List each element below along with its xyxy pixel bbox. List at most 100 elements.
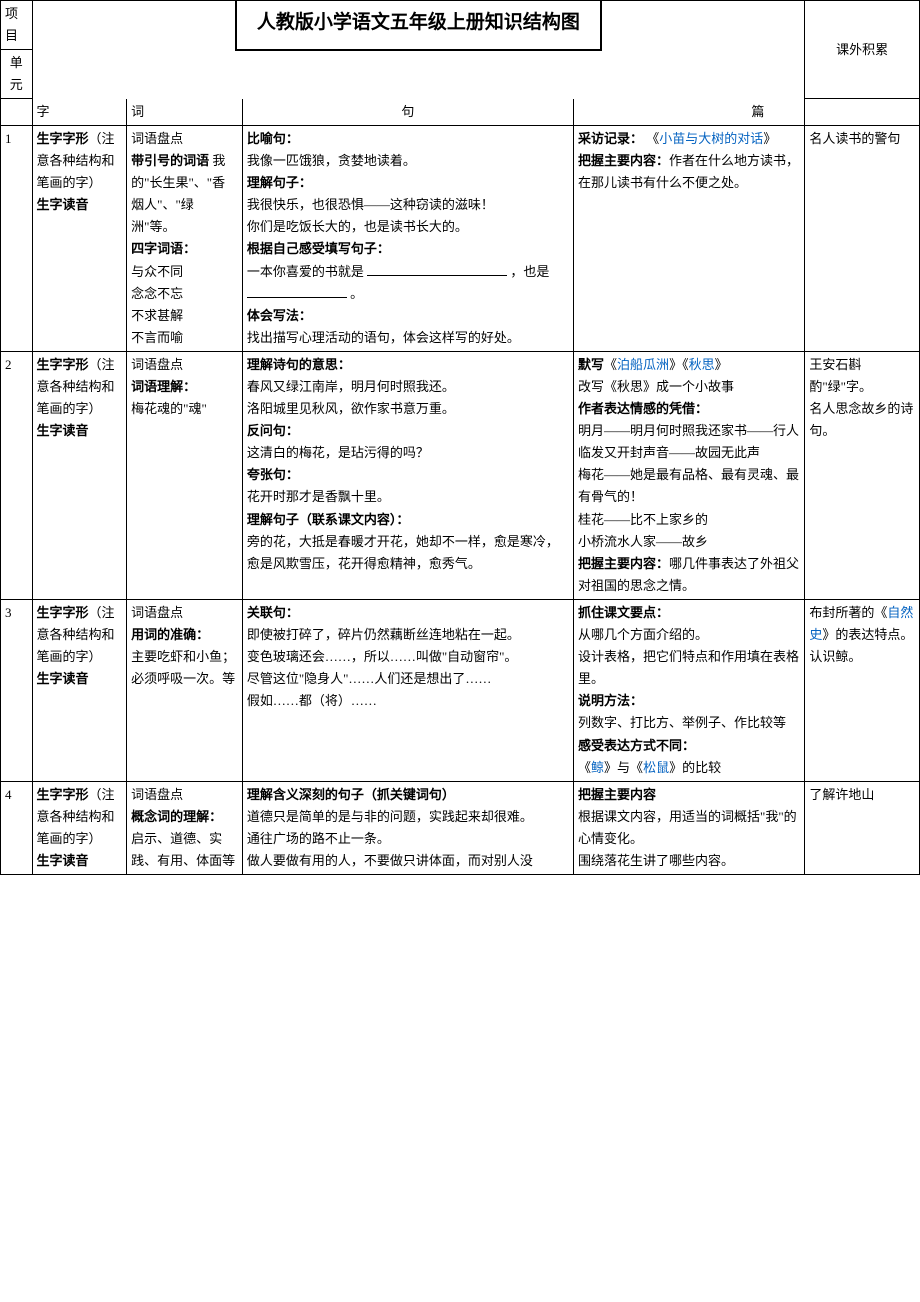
label: 生字字形 [37, 787, 89, 802]
unit-number: 2 [1, 351, 33, 599]
cell-ju: 关联句： 即使被打碎了，碎片仍然藕断丝连地粘在一起。 变色玻璃还会……，所以……… [242, 599, 573, 781]
header-row-1: 项目 人教版小学语文五年级上册知识结构图 课外积累 [1, 1, 920, 50]
label: 默写 [578, 357, 604, 372]
cell-ci: 词语盘点 带引号的词语 我的"长生果"、"香烟人"、"绿洲"等。 四字词语： 与… [127, 125, 243, 351]
label: 关联句： [247, 605, 299, 620]
cell-zi: 生字字形（注意各种结构和笔画的字） 生字读音 [32, 351, 127, 599]
label: 四字词语： [131, 241, 196, 256]
header-ju: 句 [242, 99, 573, 126]
text: 词语盘点 [131, 787, 183, 802]
text: 春风又绿江南岸，明月何时照我还。 [247, 379, 455, 394]
label: 生字读音 [37, 671, 89, 686]
header-extra: 课外积累 [805, 1, 920, 99]
label: 抓住课文要点： [578, 605, 669, 620]
cell-zi: 生字字形（注意各种结构和笔画的字） 生字读音 [32, 125, 127, 351]
label: 用词的准确： [131, 627, 209, 642]
text: 花开时那才是香飘十里。 [247, 489, 390, 504]
cell-extra: 布封所著的《自然史》的表达特点。 认识鲸。 [805, 599, 920, 781]
text: 梅花——她是最有品格、最有灵魂、最有骨气的！ [578, 467, 799, 504]
text: 根据课文内容，用适当的词概括"我"的心情变化。 [578, 809, 797, 846]
label: 生字读音 [37, 853, 89, 868]
text: 假如……都（将）…… [247, 693, 377, 708]
label: 理解含义深刻的句子（抓关键词句） [247, 787, 455, 802]
text: 王安石斟酌"绿"字。 [809, 357, 872, 394]
label: 生字字形 [37, 605, 89, 620]
text: 》与《 [604, 760, 643, 775]
unit-number: 4 [1, 781, 33, 874]
text: 名人思念故乡的诗句。 [809, 401, 913, 438]
text: 从哪几个方面介绍的。 [578, 627, 708, 642]
header-project: 项目 [1, 1, 33, 50]
text: 明月——明月何时照我还家书——行人临发又开封声音——故园无此声 [578, 423, 799, 460]
text: 梅花魂的"魂" [131, 401, 207, 416]
fill-blank[interactable] [247, 285, 347, 298]
label: 生字字形 [37, 131, 89, 146]
link-text[interactable]: 小苗与大树的对话 [659, 131, 763, 146]
cell-zi: 生字字形（注意各种结构和笔画的字） 生字读音 [32, 599, 127, 781]
fill-blank[interactable] [367, 263, 507, 276]
unit-1-row: 1 生字字形（注意各种结构和笔画的字） 生字读音 词语盘点 带引号的词语 我的"… [1, 125, 920, 351]
text: 道德只是简单的是与非的问题，实践起来却很难。 [247, 809, 533, 824]
cell-ju: 比喻句： 我像一匹饿狼，贪婪地读着。 理解句子： 我很快乐，也很恐惧——这种窃读… [242, 125, 573, 351]
text: 这清白的梅花，是玷污得的吗？ [247, 445, 429, 460]
text: 词语盘点 [131, 357, 183, 372]
label: 生字字形 [37, 357, 89, 372]
unit-number: 3 [1, 599, 33, 781]
label: 概念词的理解： [131, 809, 222, 824]
text: 我很快乐，也很恐惧——这种窃读的滋味！ [247, 197, 494, 212]
header-zi: 字 [32, 99, 127, 126]
text: 启示、道德、实践、有用、体面等 [131, 831, 235, 868]
text: 小桥流水人家——故乡 [578, 534, 708, 549]
text: 词语盘点 [131, 131, 183, 146]
text: 。 [347, 286, 363, 301]
label: 带引号的词语 [131, 153, 209, 168]
text: 旁的花，大抵是春暖才开花，她却不一样，愈是寒冷，愈是风欺雪压，花开得愈精神，愈秀… [247, 534, 559, 571]
label: 生字读音 [37, 423, 89, 438]
cell-pian: 默写《泊船瓜洲》《秋思》 改写《秋思》成一个小故事 作者表达情感的凭借： 明月—… [574, 351, 805, 599]
text: 尽管这位"隐身人"……人们还是想出了…… [247, 671, 492, 686]
label: 词语理解： [131, 379, 196, 394]
text: 不言而喻 [131, 330, 183, 345]
link-text[interactable]: 鲸 [591, 760, 604, 775]
label: 把握主要内容 [578, 787, 656, 802]
text: 做人要做有用的人，不要做只讲体面，而对别人没 [247, 853, 533, 868]
text: 桂花——比不上家乡的 [578, 512, 708, 527]
unit-2-row: 2 生字字形（注意各种结构和笔画的字） 生字读音 词语盘点 词语理解： 梅花魂的… [1, 351, 920, 599]
label: 理解句子（联系课文内容）： [247, 512, 410, 527]
label: 采访记录： [578, 131, 643, 146]
cell-pian: 采访记录： 《小苗与大树的对话》 把握主要内容：作者在什么地方读书，在那儿读书有… [574, 125, 805, 351]
text: 认识鲸。 [809, 649, 861, 664]
text: 》的表达特点。 [822, 627, 913, 642]
unit-3-row: 3 生字字形（注意各种结构和笔画的字） 生字读音 词语盘点 用词的准确： 主要吃… [1, 599, 920, 781]
text: 改写《秋思》成一个小故事 [578, 379, 734, 394]
label: 夸张句： [247, 467, 299, 482]
label: 反问句： [247, 423, 299, 438]
text: 我像一匹饿狼，贪婪地读着。 [247, 153, 416, 168]
label: 比喻句： [247, 131, 299, 146]
cell-ci: 词语盘点 概念词的理解： 启示、道德、实践、有用、体面等 [127, 781, 243, 874]
subheader-row: 字 词 句 篇 [1, 99, 920, 126]
text: 不求甚解 [131, 308, 183, 323]
text: 名人读书的警句 [809, 131, 900, 146]
unit-number: 1 [1, 125, 33, 351]
text: 通往广场的路不止一条。 [247, 831, 390, 846]
cell-ci: 词语盘点 词语理解： 梅花魂的"魂" [127, 351, 243, 599]
link-text[interactable]: 松鼠 [643, 760, 669, 775]
text: 主要吃虾和小鱼；必须呼吸一次。等 [131, 649, 235, 686]
cell-extra: 王安石斟酌"绿"字。 名人思念故乡的诗句。 [805, 351, 920, 599]
text: 了解许地山 [809, 787, 874, 802]
text: ，也是 [507, 264, 549, 279]
cell-ci: 词语盘点 用词的准确： 主要吃虾和小鱼；必须呼吸一次。等 [127, 599, 243, 781]
label: 理解句子： [247, 175, 312, 190]
cell-extra: 名人读书的警句 [805, 125, 920, 351]
text: 念念不忘 [131, 286, 183, 301]
cell-ju: 理解诗句的意思： 春风又绿江南岸，明月何时照我还。 洛阳城里见秋风，欲作家书意万… [242, 351, 573, 599]
label: 把握主要内容： [578, 556, 669, 571]
document-title: 人教版小学语文五年级上册知识结构图 [235, 0, 602, 51]
text: 你们是吃饭长大的，也是读书长大的。 [247, 219, 468, 234]
link-text[interactable]: 秋思 [689, 357, 715, 372]
text: 》的比较 [669, 760, 721, 775]
link-text[interactable]: 泊船瓜洲 [617, 357, 669, 372]
text: 设计表格，把它们特点和作用填在表格里。 [578, 649, 799, 686]
header-ci: 词 [127, 99, 243, 126]
